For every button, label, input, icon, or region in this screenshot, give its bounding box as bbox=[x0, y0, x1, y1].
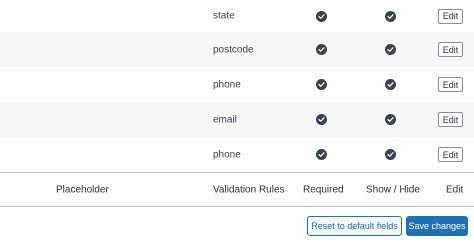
table-row: email Edit bbox=[0, 102, 474, 137]
check-circle-icon[interactable] bbox=[385, 44, 396, 55]
fields-table: state Edit postcode Edit phone Edit emai… bbox=[0, 0, 474, 172]
table-row: phone Edit bbox=[0, 67, 474, 102]
edit-button[interactable]: Edit bbox=[438, 42, 463, 57]
field-name: postcode bbox=[213, 44, 254, 55]
save-changes-button[interactable]: Save changes bbox=[406, 216, 468, 236]
check-circle-icon[interactable] bbox=[316, 10, 327, 22]
column-header-validation: Validation Rules bbox=[213, 184, 285, 195]
edit-button[interactable]: Edit bbox=[438, 147, 463, 162]
check-circle-icon[interactable] bbox=[316, 149, 327, 160]
check-circle-icon[interactable] bbox=[316, 44, 327, 55]
check-circle-icon[interactable] bbox=[385, 79, 396, 90]
check-circle-icon[interactable] bbox=[385, 149, 396, 160]
check-circle-icon[interactable] bbox=[316, 114, 327, 125]
field-name: email bbox=[213, 114, 237, 125]
edit-button[interactable]: Edit bbox=[438, 77, 463, 92]
field-name: phone bbox=[213, 149, 241, 160]
column-header-show-hide: Show / Hide bbox=[366, 184, 420, 195]
field-name: state bbox=[213, 10, 235, 22]
check-circle-icon[interactable] bbox=[316, 79, 327, 90]
edit-button[interactable]: Edit bbox=[438, 8, 463, 24]
table-footer-header: Placeholder Validation Rules Required Sh… bbox=[0, 172, 474, 207]
check-circle-icon[interactable] bbox=[385, 10, 396, 22]
table-row: postcode Edit bbox=[0, 32, 474, 67]
column-header-edit: Edit bbox=[446, 184, 464, 195]
table-row: state Edit bbox=[0, 0, 474, 32]
table-row: phone Edit bbox=[0, 137, 474, 172]
field-name: phone bbox=[213, 79, 241, 90]
checkout-fields-page: state Edit postcode Edit phone Edit emai… bbox=[0, 0, 474, 244]
reset-default-fields-button[interactable]: Reset to default fields bbox=[307, 216, 402, 236]
column-header-required: Required bbox=[303, 184, 344, 195]
check-circle-icon[interactable] bbox=[385, 114, 396, 125]
edit-button[interactable]: Edit bbox=[438, 112, 463, 127]
column-header-placeholder: Placeholder bbox=[56, 184, 109, 195]
